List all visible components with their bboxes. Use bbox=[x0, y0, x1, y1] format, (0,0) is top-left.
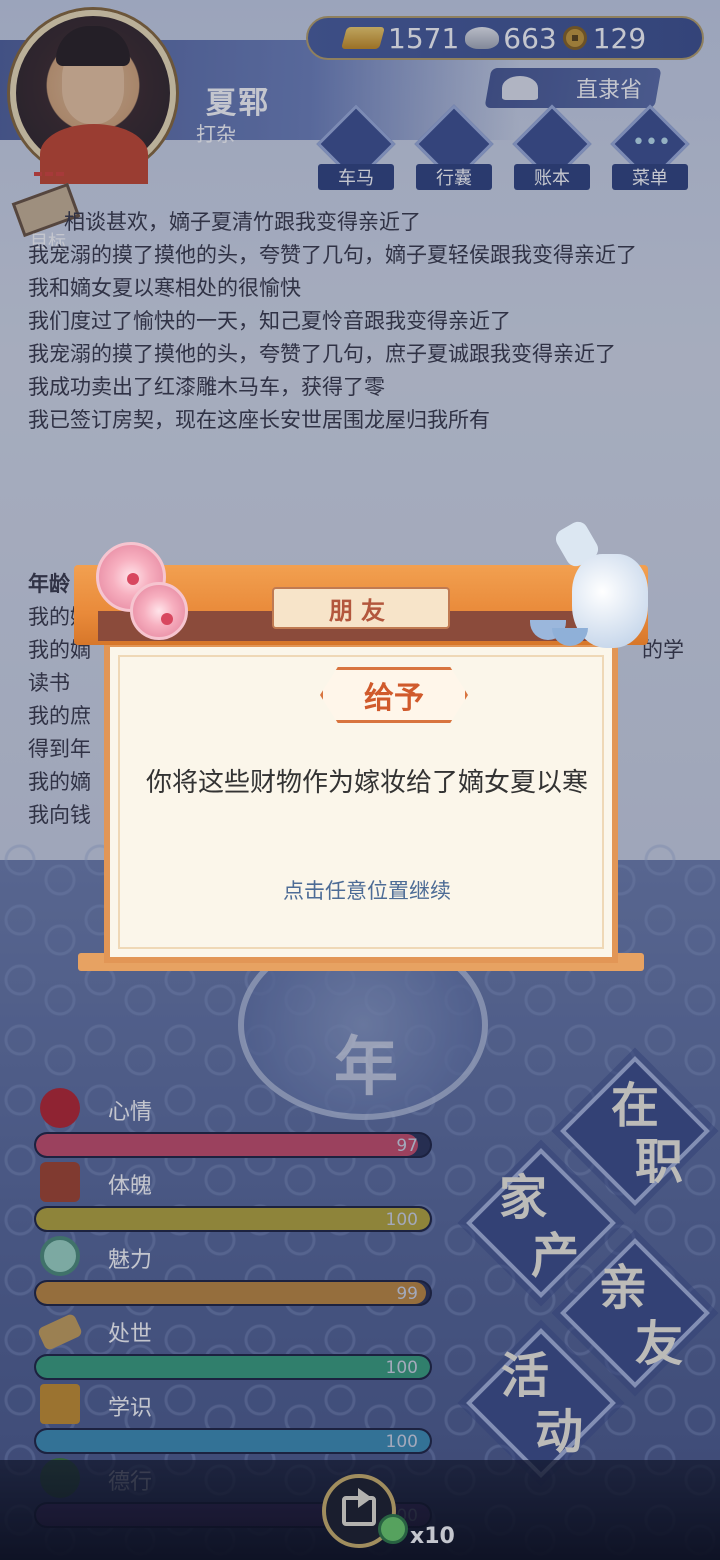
wine-vase-icon bbox=[530, 518, 648, 648]
dialog-tag: 给予 bbox=[320, 667, 468, 723]
dialog-title: 朋友 bbox=[329, 596, 393, 625]
dialog-continue-hint[interactable]: 点击任意位置继续 bbox=[140, 875, 594, 905]
dialog-title-plate: 朋友 bbox=[272, 587, 450, 629]
dialog-tag-text: 给予 bbox=[364, 681, 424, 716]
dialog-message: 你将这些财物作为嫁妆给了嫡女夏以寒 bbox=[145, 768, 588, 798]
cherry-blossom-icon bbox=[130, 582, 188, 640]
dialog-body: 给予 你将这些财物作为嫁妆给了嫡女夏以寒 点击任意位置继续 bbox=[104, 641, 618, 963]
wine-cup-icon bbox=[552, 628, 588, 646]
